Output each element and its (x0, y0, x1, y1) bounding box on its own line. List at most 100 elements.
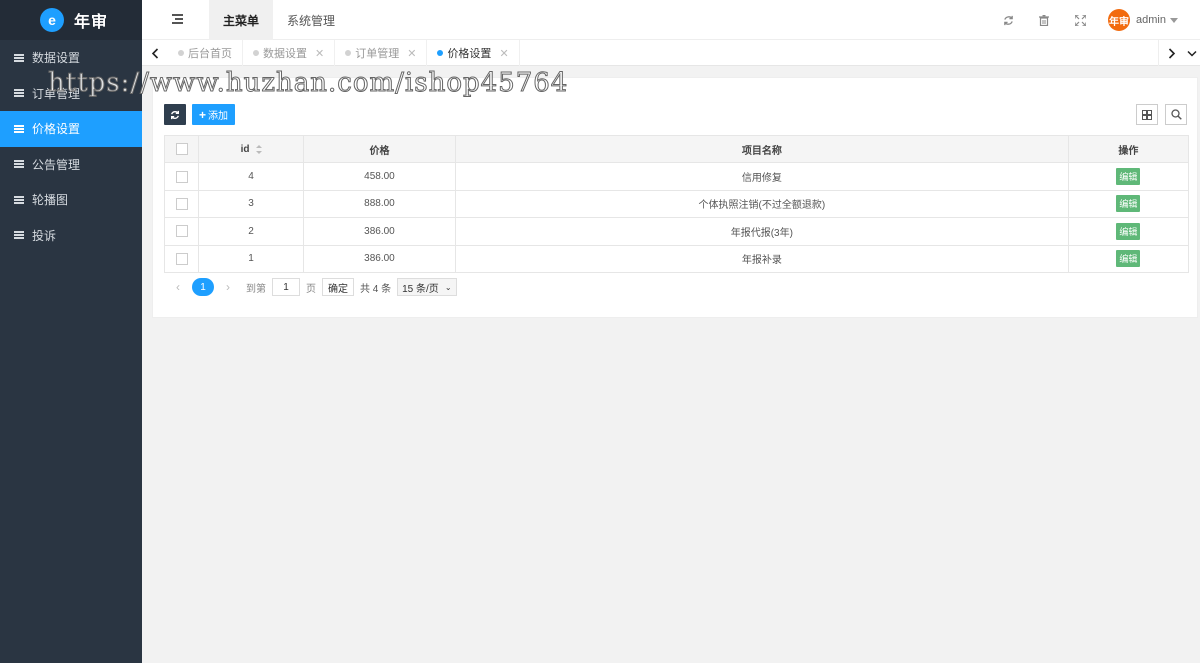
columns-icon[interactable] (1136, 104, 1158, 125)
page-current[interactable]: 1 (192, 278, 214, 296)
tabs-dropdown-icon[interactable] (1184, 40, 1200, 66)
sidebar-item-announcements[interactable]: 公告管理 (0, 147, 142, 183)
cell-name: 年报补录 (454, 244, 1069, 273)
close-icon[interactable]: ✕ (407, 47, 416, 60)
row-checkbox[interactable] (175, 252, 188, 265)
menu-toggle-icon[interactable] (172, 13, 183, 24)
nav-main-menu[interactable]: 主菜单 (209, 0, 274, 40)
content-card: + 添加 id 价格 项目名称 操作 4 458.00 信用修复 编辑 3 88… (152, 77, 1198, 318)
row-select-cell (164, 162, 199, 191)
cell-price: 386.00 (303, 244, 456, 273)
edit-button[interactable]: 编辑 (1116, 250, 1141, 268)
row-select-cell (164, 244, 199, 273)
sidebar-menu: 数据设置 订单管理 价格设置 公告管理 轮播图 投诉 (0, 40, 142, 253)
tab-home[interactable]: 后台首页 (168, 40, 243, 66)
trash-icon[interactable] (1026, 0, 1062, 40)
table-header-row: id 价格 项目名称 操作 (164, 134, 1190, 164)
add-button[interactable]: + 添加 (192, 104, 236, 125)
row-select-cell (164, 189, 199, 219)
fullscreen-icon[interactable] (1062, 0, 1098, 40)
logo[interactable]: e 年审 (0, 0, 142, 40)
sidebar-item-price-settings[interactable]: 价格设置 (0, 111, 142, 147)
sidebar-item-complaints[interactable]: 投诉 (0, 218, 142, 254)
cell-action: 编辑 (1067, 217, 1190, 246)
sidebar-item-data-settings[interactable]: 数据设置 (0, 40, 142, 76)
page-size-select[interactable]: 15 条/页 ⌄ (397, 278, 457, 296)
column-header-id[interactable]: id (197, 134, 305, 164)
cell-id: 1 (197, 244, 305, 273)
list-icon (14, 124, 24, 133)
cell-name: 年报代报(3年) (454, 217, 1069, 246)
edit-button[interactable]: 编辑 (1116, 195, 1141, 213)
tab-orders[interactable]: 订单管理 ✕ (335, 40, 428, 66)
sort-icon[interactable] (255, 144, 262, 154)
sidebar-item-label: 数据设置 (32, 51, 81, 66)
row-checkbox[interactable] (175, 225, 188, 238)
tab-data-settings[interactable]: 数据设置 ✕ (243, 40, 336, 66)
select-all-checkbox[interactable] (175, 143, 188, 156)
refresh-button[interactable] (164, 104, 186, 125)
tabs-scroll-right-icon[interactable] (1158, 40, 1184, 66)
chevron-down-icon: ⌄ (444, 282, 452, 292)
edit-button[interactable]: 编辑 (1116, 222, 1141, 240)
close-icon[interactable]: ✕ (499, 47, 508, 60)
logo-icon: e (40, 8, 64, 32)
cell-action: 编辑 (1067, 244, 1190, 273)
search-icon[interactable] (1165, 104, 1187, 125)
close-icon[interactable]: ✕ (315, 47, 324, 60)
table-row: 2 386.00 年报代报(3年) 编辑 (164, 217, 1190, 246)
edit-button[interactable]: 编辑 (1116, 168, 1141, 186)
goto-page-input[interactable] (272, 278, 300, 296)
tab-price-settings[interactable]: 价格设置 ✕ (427, 40, 520, 66)
cell-id: 4 (197, 162, 305, 191)
nav-system-management[interactable]: 系统管理 (273, 0, 349, 40)
user-name: admin (1136, 14, 1166, 26)
cell-name: 信用修复 (454, 162, 1069, 191)
add-button-label: 添加 (208, 111, 229, 122)
tab-label: 后台首页 (188, 48, 232, 60)
page-size-value: 15 条/页 (402, 283, 439, 295)
table-row: 4 458.00 信用修复 编辑 (164, 162, 1190, 191)
sidebar-item-label: 订单管理 (32, 86, 81, 101)
refresh-icon[interactable] (990, 0, 1026, 40)
top-nav: 主菜单 系统管理 (209, 0, 349, 40)
tabs-scroll-left-icon[interactable] (142, 40, 168, 66)
sidebar: e 年审 数据设置 订单管理 价格设置 公告管理 轮播图 投诉 (0, 0, 142, 663)
row-checkbox[interactable] (175, 197, 188, 210)
sidebar-item-label: 价格设置 (32, 122, 81, 137)
pagination: ‹ 1 › 到第 页 确定 共 4 条 15 条/页 ⌄ (166, 277, 457, 297)
list-icon (14, 160, 24, 169)
table-row: 1 386.00 年报补录 编辑 (164, 244, 1190, 273)
avatar: 年审 (1108, 9, 1131, 31)
cell-action: 编辑 (1067, 189, 1190, 219)
cell-price: 386.00 (303, 217, 456, 246)
list-icon (14, 231, 24, 240)
prev-page-icon[interactable]: ‹ (166, 280, 190, 294)
tab-dot-icon (253, 50, 259, 56)
tab-dot-icon (178, 50, 184, 56)
user-menu[interactable]: 年审 admin (1098, 9, 1200, 31)
sidebar-item-carousel[interactable]: 轮播图 (0, 182, 142, 218)
header-actions: 年审 admin (990, 0, 1200, 40)
next-page-icon[interactable]: › (216, 280, 240, 294)
list-icon (14, 195, 24, 204)
row-select-cell (164, 217, 199, 246)
price-table: id 价格 项目名称 操作 4 458.00 信用修复 编辑 3 888.00 … (164, 134, 1190, 273)
cell-price: 458.00 (303, 162, 456, 191)
cell-price: 888.00 (303, 189, 456, 219)
sidebar-item-label: 投诉 (32, 228, 57, 243)
confirm-button[interactable]: 确定 (322, 278, 354, 296)
row-checkbox[interactable] (175, 170, 188, 183)
plus-icon: + (199, 107, 207, 122)
cell-id: 2 (197, 217, 305, 246)
sidebar-item-orders[interactable]: 订单管理 (0, 76, 142, 112)
brand-name: 年审 (74, 14, 109, 31)
top-header: 主菜单 系统管理 年审 admin (142, 0, 1200, 40)
cell-name: 个体执照注销(不过全额退款) (454, 189, 1069, 219)
refresh-icon (171, 110, 179, 119)
total-count: 共 4 条 (360, 283, 392, 295)
cell-id: 3 (197, 189, 305, 219)
table-toolbar: + 添加 (164, 104, 236, 125)
list-icon (14, 89, 24, 98)
caret-down-icon (1170, 17, 1178, 23)
